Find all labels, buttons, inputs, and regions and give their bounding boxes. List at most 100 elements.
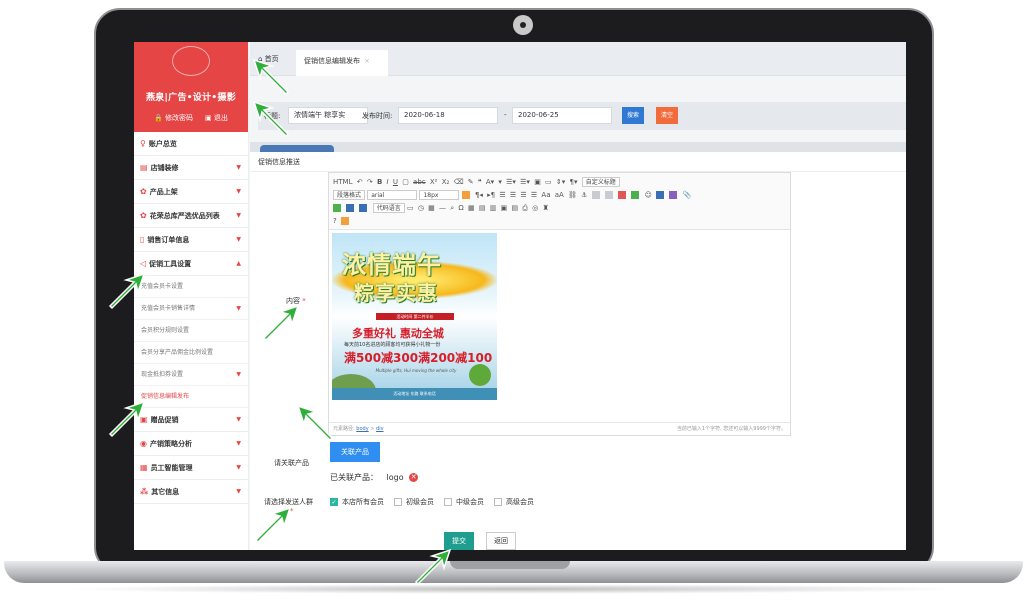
sidebar-item-selection[interactable]: ✿ 花荣总库严选优品列表 ▼ [134,204,248,228]
ordered-list-icon[interactable]: ☰▾ [506,176,516,189]
search-replace-icon[interactable]: ⌕ [450,202,454,215]
ltr-icon[interactable]: ¶◂ [475,189,483,202]
sidebar-item-gifts[interactable]: ▣ 赠品促销 ▼ [134,408,248,432]
frame-icon[interactable] [346,204,355,212]
checkbox-all-members[interactable]: ✓ [330,498,338,506]
time-icon[interactable]: ◷ [418,202,424,215]
border-icon[interactable]: ▢ [402,176,409,189]
lower-case-icon[interactable]: aA [555,189,564,202]
music-icon[interactable] [669,191,678,199]
special-chars-icon[interactable]: Ω [458,202,463,215]
start-date-input[interactable]: 2020-06-18 [398,107,498,124]
sub-item-points-rules[interactable]: 会员积分规则设置 [134,320,248,342]
quote-icon[interactable]: ❝ [478,176,482,189]
upper-case-icon[interactable]: Aa [541,189,550,202]
select-all-icon[interactable]: ▣ [534,176,541,189]
clear-doc-icon[interactable]: ▭ [545,176,552,189]
background-color-icon[interactable]: ▾ [498,176,502,189]
font-size-select[interactable]: 18px [419,190,460,200]
attachment-icon[interactable]: 📎 [683,189,692,202]
page-break-icon[interactable]: ▭ [407,202,414,215]
eraser-icon[interactable]: ⌫ [454,176,464,189]
table-icon[interactable]: ▦ [468,202,475,215]
sidebar-item-shop[interactable]: ▤ 店铺装修 ▼ [134,156,248,180]
link-product-button[interactable]: 关联产品 [330,442,380,462]
align-right-icon[interactable]: ☰ [520,189,526,202]
sub-item-recharge-card[interactable]: 充值会员卡设置 [134,276,248,298]
sidebar-item-product[interactable]: ✿ 产品上架 ▼ [134,180,248,204]
underline-icon[interactable]: U [393,176,398,189]
align-left-icon[interactable]: ☰ [499,189,505,202]
sub-item-coupons[interactable]: 现金抵扣券设置 ▼ [134,364,248,386]
rich-text-editor[interactable]: HTML ↶ ↷ B I U ▢ abc X² X₂ ⌫ ✎ ❝ A▾ ▾ ☰▾… [328,172,791,436]
undo-icon[interactable]: ↶ [357,176,363,189]
end-date-input[interactable]: 2020-06-25 [512,107,612,124]
align-center-icon[interactable]: ☰ [510,189,516,202]
code-language-select[interactable]: 代码语言 [372,203,405,213]
merge-cells-icon[interactable]: ▣ [501,202,508,215]
back-button[interactable]: 返回 [486,532,516,550]
section-strip [250,142,906,152]
map-icon[interactable] [333,204,341,212]
tab-promo-publish[interactable]: 促销信息编辑发布 × [296,50,388,76]
sidebar-item-analysis[interactable]: ◉ 产销策略分析 ▼ [134,432,248,456]
date-icon[interactable]: ▦ [428,202,435,215]
hr-icon[interactable]: — [439,202,446,215]
insert-col-icon[interactable]: ▥ [490,202,497,215]
indent-icon[interactable] [461,191,470,199]
image-left-icon[interactable] [591,191,600,199]
title-input[interactable]: 浓情端午 粽享实 [288,107,368,124]
unordered-list-icon[interactable]: ☰▾ [520,176,530,189]
change-password-link[interactable]: 🔒 修改密码 [154,113,193,123]
path-div-link[interactable]: div [376,426,384,432]
help-icon[interactable]: ? [333,215,337,228]
link-icon[interactable]: ⛓ [568,189,577,202]
anchor-icon[interactable]: ⚓ [581,189,587,202]
remove-icon[interactable]: ✕ [409,473,419,482]
html-source-icon[interactable]: HTML [333,176,352,189]
multi-image-icon[interactable] [631,191,640,199]
sidebar-item-orders[interactable]: ▯ 销售订单信息 ▼ [134,228,248,252]
logout-link[interactable]: ▣ 退出 [205,113,228,123]
print-icon[interactable]: ⎙ [522,202,528,215]
preview-icon[interactable]: ◎ [532,202,538,215]
sidebar-item-staff[interactable]: ▦ 员工智能管理 ▼ [134,456,248,480]
sidebar-item-account[interactable]: ♀ 账户总览 [134,132,248,156]
custom-title-select[interactable]: 自定义标题 [581,177,620,187]
strikethrough-icon[interactable]: abc [413,176,426,189]
checkbox-senior[interactable] [494,498,502,506]
superscript-icon[interactable]: X² [430,176,438,189]
sub-item-commission[interactable]: 会员分享产品佣金比例设置 [134,342,248,364]
bold-icon[interactable]: B [377,176,382,189]
image-center-icon[interactable] [604,191,613,199]
row-spacing-icon[interactable]: ⇕▾ [556,176,565,189]
split-cells-icon[interactable]: ▤ [511,202,518,215]
image-icon[interactable] [618,191,627,199]
checkbox-middle[interactable] [444,498,452,506]
redo-icon[interactable]: ↷ [367,176,373,189]
emoji-icon[interactable]: ☺ [645,189,652,202]
clear-button[interactable]: 清空 [656,107,678,124]
sidebar-item-other[interactable]: ⁂ 其它信息 ▼ [134,480,248,504]
path-body-link[interactable]: body [356,426,368,432]
drafts-icon[interactable] [340,217,349,225]
code-icon[interactable] [359,204,368,212]
subscript-icon[interactable]: X₂ [442,176,450,189]
align-justify-icon[interactable]: ☰ [531,189,537,202]
find-icon[interactable]: ♜ [542,202,548,215]
paragraph-icon[interactable]: ¶▾ [570,176,578,189]
paragraph-format-select[interactable]: 段落格式 [333,190,366,200]
format-brush-icon[interactable]: ✎ [468,176,474,189]
rtl-icon[interactable]: ▸¶ [487,189,495,202]
video-icon[interactable] [656,191,665,199]
insert-row-icon[interactable]: ▤ [479,202,486,215]
close-icon[interactable]: × [364,57,370,65]
search-button[interactable]: 搜索 [622,107,644,124]
sub-item-promo-publish[interactable]: 促销信息编辑发布 [134,386,248,408]
font-family-select[interactable]: arial [367,190,418,200]
checkbox-junior[interactable] [394,498,402,506]
sub-item-card-sales[interactable]: 充值会员卡销售详情 ▼ [134,298,248,320]
italic-icon[interactable]: I [387,176,389,189]
sidebar-item-promotion[interactable]: ◁ 促销工具设置 ▲ [134,252,248,276]
font-color-icon[interactable]: A▾ [486,176,494,189]
